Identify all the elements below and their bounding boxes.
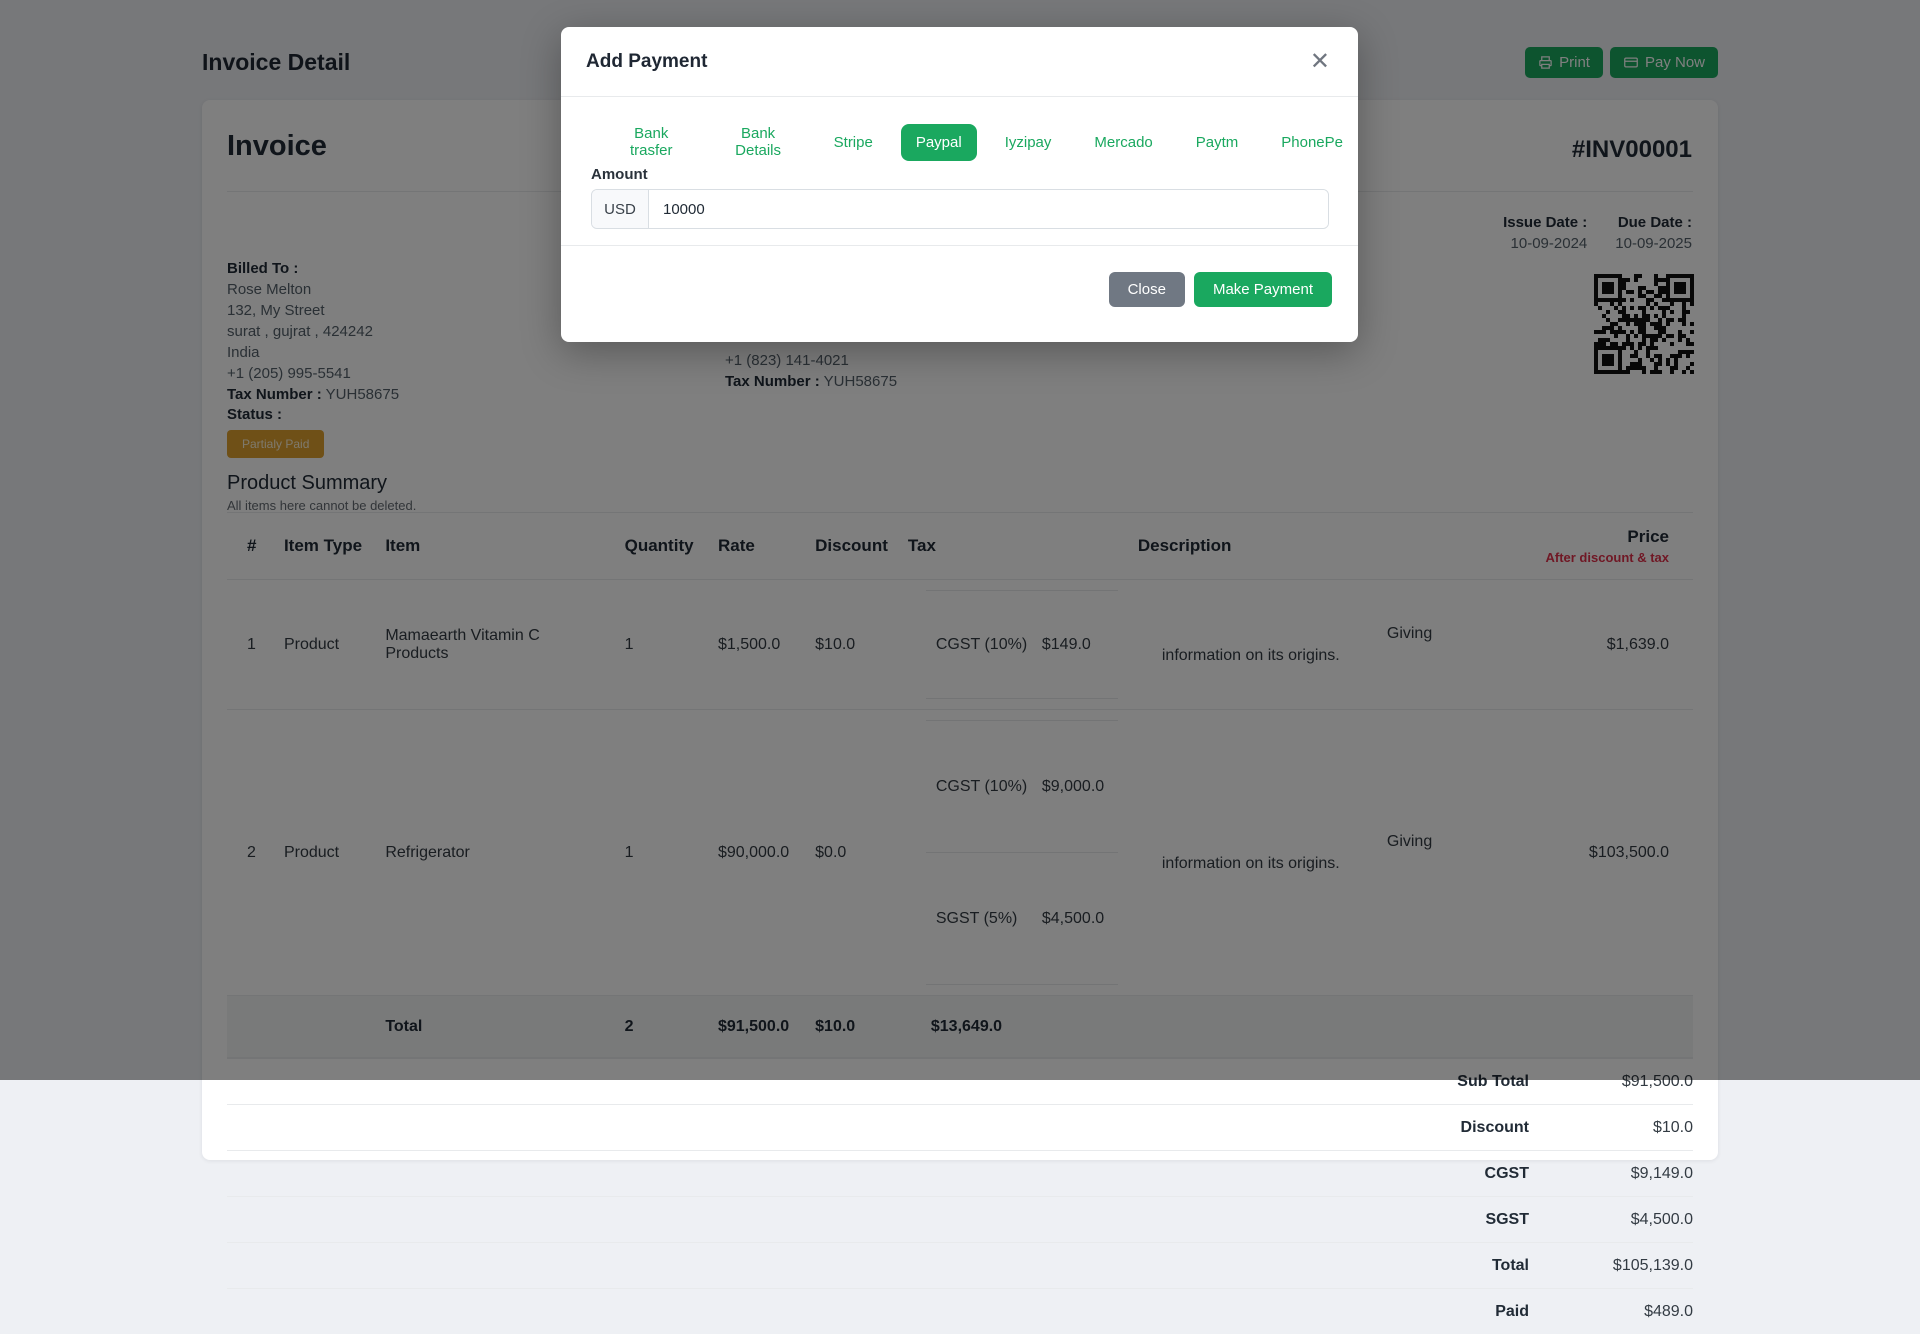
tab-mercado[interactable]: Mercado bbox=[1079, 124, 1167, 161]
totals-value: $4,500.0 bbox=[1529, 1211, 1693, 1229]
totals-value: $10.0 bbox=[1529, 1119, 1693, 1137]
tab-iyzipay[interactable]: Iyzipay bbox=[990, 124, 1067, 161]
payment-method-tabs: Bank trasferBank Details Stripe Paypal Iyzi… bbox=[605, 115, 1358, 169]
tab-paytm[interactable]: Paytm bbox=[1181, 124, 1254, 161]
tab-bank-trasfer[interactable]: Bank trasfer bbox=[605, 115, 698, 169]
totals-value: $105,139.0 bbox=[1529, 1257, 1693, 1275]
modal-title: Add Payment bbox=[586, 51, 707, 73]
totals-label: CGST bbox=[1485, 1165, 1529, 1183]
totals-row: CGST$9,149.0 bbox=[227, 1150, 1693, 1196]
totals-row: SGST$4,500.0 bbox=[227, 1196, 1693, 1242]
close-icon[interactable]: ✕ bbox=[1310, 50, 1330, 74]
totals-row: Discount$10.0 bbox=[227, 1104, 1693, 1150]
totals-row: Paid$489.0 bbox=[227, 1288, 1693, 1334]
tab-bank-details[interactable]: Bank Details bbox=[711, 115, 806, 169]
invoice-totals: Sub Total$91,500.0Discount$10.0CGST$9,14… bbox=[227, 1058, 1693, 1334]
amount-input[interactable] bbox=[649, 190, 1328, 228]
tab-stripe[interactable]: Stripe bbox=[819, 124, 888, 161]
make-payment-button[interactable]: Make Payment bbox=[1194, 272, 1332, 307]
totals-row: Total$105,139.0 bbox=[227, 1242, 1693, 1288]
modal-footer: Close Make Payment bbox=[561, 245, 1358, 307]
totals-value: $9,149.0 bbox=[1529, 1165, 1693, 1183]
close-button[interactable]: Close bbox=[1109, 272, 1185, 307]
totals-value: $489.0 bbox=[1529, 1303, 1693, 1321]
amount-input-group: USD bbox=[591, 189, 1329, 229]
modal-header: Add Payment ✕ bbox=[561, 27, 1358, 97]
totals-label: Total bbox=[1492, 1257, 1529, 1275]
amount-label: Amount bbox=[591, 166, 648, 183]
totals-label: Paid bbox=[1495, 1303, 1529, 1321]
tab-paypal[interactable]: Paypal bbox=[901, 124, 977, 161]
currency-addon: USD bbox=[592, 190, 649, 228]
totals-label: Discount bbox=[1461, 1119, 1529, 1137]
tab-phonepe[interactable]: PhonePe bbox=[1266, 124, 1358, 161]
totals-label: SGST bbox=[1485, 1211, 1529, 1229]
add-payment-modal: Add Payment ✕ Bank trasferBank Details St… bbox=[561, 27, 1358, 342]
